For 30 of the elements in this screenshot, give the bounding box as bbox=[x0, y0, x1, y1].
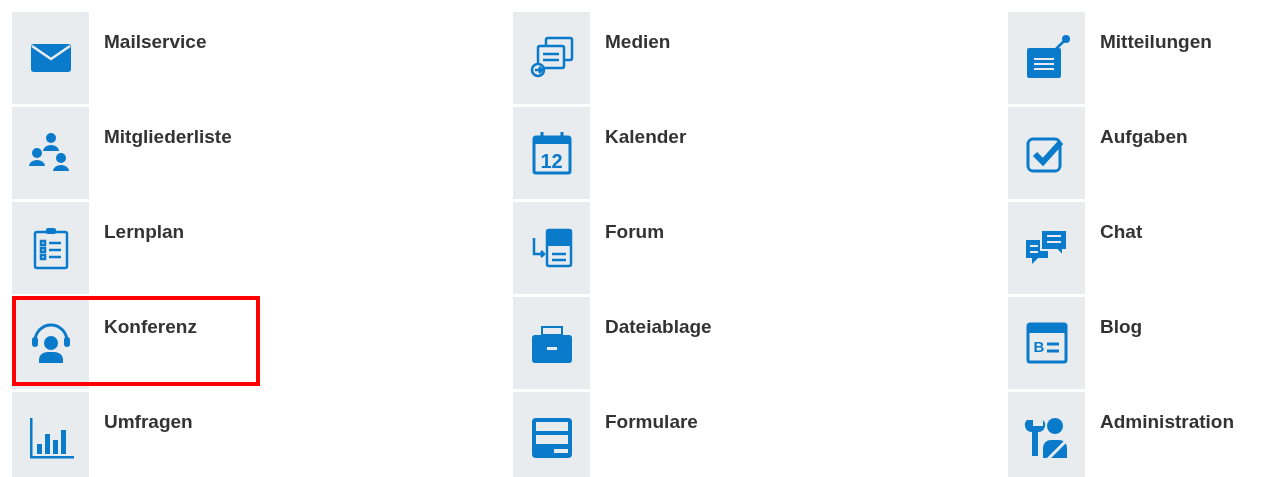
icon-tile[interactable] bbox=[1008, 12, 1085, 104]
tile-label[interactable]: Administration bbox=[1100, 410, 1235, 434]
tile-label[interactable]: Mailservice bbox=[104, 30, 207, 54]
icon-tile[interactable] bbox=[513, 202, 590, 294]
icon-tile[interactable] bbox=[1008, 202, 1085, 294]
icon-tile[interactable] bbox=[1008, 107, 1085, 199]
icon-tile[interactable] bbox=[12, 392, 89, 477]
tile-label[interactable]: Dateiablage bbox=[605, 315, 712, 339]
icon-tile[interactable] bbox=[12, 107, 89, 199]
icon-tile[interactable]: 12 bbox=[513, 107, 590, 199]
icon-tile[interactable] bbox=[513, 392, 590, 477]
tile-label[interactable]: Umfragen bbox=[104, 410, 193, 434]
tile-label[interactable]: Lernplan bbox=[104, 220, 185, 244]
tile-label[interactable]: Blog bbox=[1100, 315, 1143, 339]
icon-tile[interactable] bbox=[12, 12, 89, 104]
icon-tile[interactable] bbox=[513, 12, 590, 104]
tile-label[interactable]: Formulare bbox=[605, 410, 698, 434]
tile-label[interactable]: Medien bbox=[605, 30, 671, 54]
browser-window-icon: B bbox=[1024, 321, 1069, 365]
tile-label[interactable]: Konferenz bbox=[104, 315, 197, 339]
icon-tile[interactable]: B bbox=[1008, 297, 1085, 389]
tile-label[interactable]: Mitgliederliste bbox=[104, 125, 232, 149]
tile-label[interactable]: Kalender bbox=[605, 125, 687, 149]
tile-label[interactable]: Mitteilungen bbox=[1100, 30, 1212, 54]
tile-label[interactable]: Chat bbox=[1100, 220, 1143, 244]
icon-tile[interactable] bbox=[1008, 392, 1085, 477]
tile-label[interactable]: Aufgaben bbox=[1100, 125, 1188, 149]
icon-tile[interactable] bbox=[513, 297, 590, 389]
tile-label[interactable]: Forum bbox=[605, 220, 665, 244]
icon-tile[interactable] bbox=[12, 202, 89, 294]
